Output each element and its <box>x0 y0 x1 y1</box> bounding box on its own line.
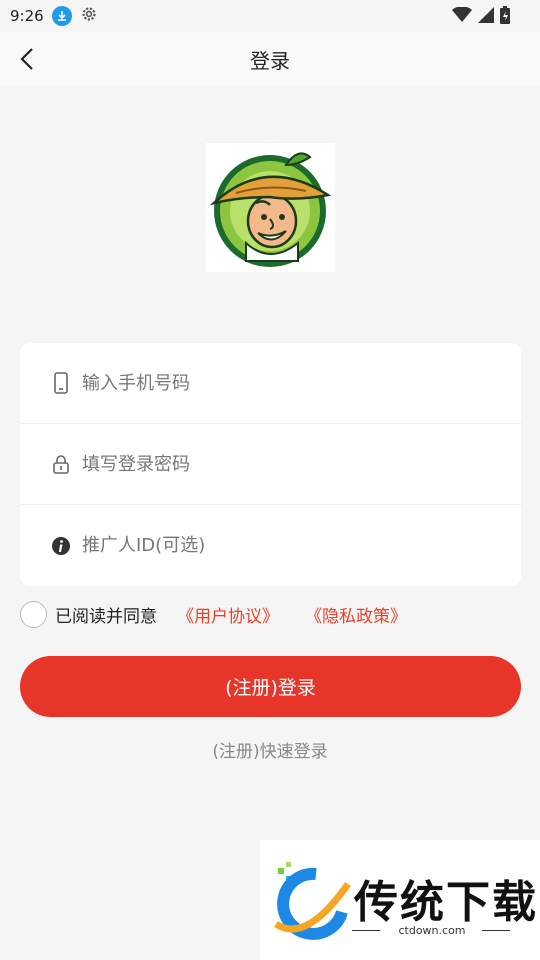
wifi-icon <box>452 6 472 27</box>
promoter-row <box>20 505 521 586</box>
farmer-mascot-icon <box>209 152 332 267</box>
login-form-card <box>20 343 521 586</box>
agreement-text: 已阅读并同意 <box>55 606 157 627</box>
phone-icon <box>50 371 72 395</box>
agreement-checkbox[interactable] <box>20 600 47 628</box>
watermark-divider <box>482 930 510 931</box>
battery-icon <box>500 6 510 28</box>
lock-icon <box>50 452 72 476</box>
app-header: 登录 <box>0 32 540 86</box>
info-icon <box>50 534 72 558</box>
watermark-logo-icon <box>274 862 351 940</box>
password-row <box>20 424 521 505</box>
app-logo <box>206 143 335 272</box>
status-left: 9:26 <box>10 5 98 27</box>
phone-input[interactable] <box>82 372 462 394</box>
login-button[interactable]: (注册)登录 <box>20 656 521 717</box>
promoter-id-input[interactable] <box>82 535 462 556</box>
watermark: 传统下载 ctdown.com <box>260 840 540 960</box>
chevron-left-icon <box>20 48 33 70</box>
back-button[interactable] <box>14 46 40 72</box>
user-agreement-link[interactable]: 《用户协议》 <box>177 602 279 627</box>
page-title: 登录 <box>250 48 290 73</box>
status-right <box>452 6 510 28</box>
agreement-row: 已阅读并同意 《用户协议》 《隐私政策》 <box>20 600 433 628</box>
password-input[interactable] <box>82 453 462 475</box>
settings-icon <box>80 5 98 27</box>
privacy-policy-link[interactable]: 《隐私政策》 <box>305 602 407 627</box>
status-time: 9:26 <box>10 7 44 25</box>
status-bar: 9:26 <box>0 0 540 32</box>
phone-row <box>20 343 521 424</box>
watermark-brand: 传统下载 <box>354 877 538 928</box>
quick-login-link[interactable]: (注册)快速登录 <box>0 737 540 762</box>
signal-icon <box>478 7 494 27</box>
download-icon <box>51 6 72 26</box>
